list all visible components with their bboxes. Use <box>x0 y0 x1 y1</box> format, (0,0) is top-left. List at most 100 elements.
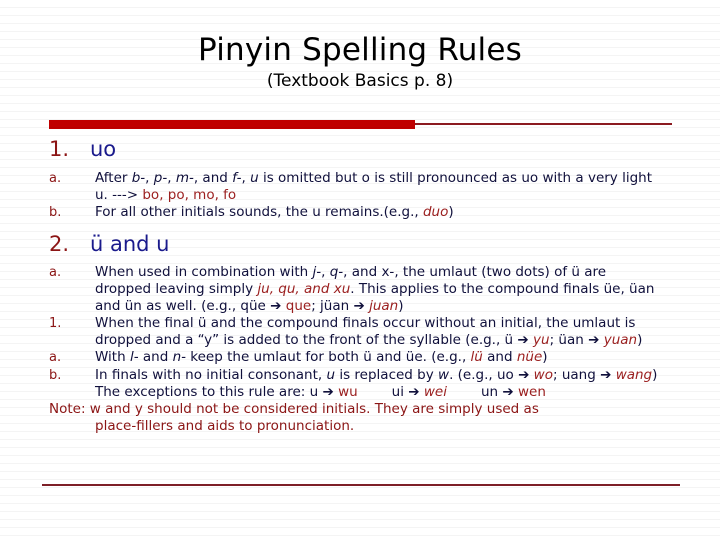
text-run: With <box>95 349 130 366</box>
list-item: b. For all other initials sounds, the u … <box>0 204 720 221</box>
text-run: ) <box>398 298 404 315</box>
text-run: After <box>95 169 132 186</box>
example-text: que <box>285 298 312 315</box>
arrow-icon: ➔ <box>408 383 420 400</box>
example-text: wen <box>518 383 546 400</box>
list-item-continuation: The exceptions to this rule are: u ➔ wu u… <box>0 384 720 401</box>
arrow-icon: ➔ <box>518 366 530 383</box>
arrow-icon: ➔ <box>353 298 365 315</box>
text-run: The exceptions to this rule are: u <box>95 383 323 400</box>
text-run: , <box>167 169 176 186</box>
page-subtitle: (Textbook Basics p. 8) <box>266 70 454 91</box>
page-title: Pinyin Spelling Rules <box>197 32 522 68</box>
example-text: bo, po, mo, fo <box>142 186 237 203</box>
list-item: b. In finals with no initial consonant, … <box>0 367 720 384</box>
text-run: . (e.g., uo <box>449 366 519 383</box>
text-run: ) <box>448 203 454 220</box>
accent-bar <box>49 120 415 129</box>
text-run: In finals with no initial consonant, <box>95 366 327 383</box>
list-item: a. When used in combination with j-, q-,… <box>0 264 720 315</box>
text-run-italic: q- <box>329 264 344 281</box>
item-marker: a. <box>49 265 62 281</box>
text-run-italic: b- <box>131 169 146 186</box>
note-line-2: place-fillers and aids to pronunciation. <box>95 417 355 434</box>
text-run: and <box>138 349 173 366</box>
example-text: wang <box>615 366 653 383</box>
text-run: ; üan <box>549 332 589 349</box>
text-run: , and <box>193 169 233 186</box>
header-divider <box>415 123 672 125</box>
text-run: keep the umlaut for both ü and üe. (e.g.… <box>186 349 471 366</box>
slide-canvas: Pinyin Spelling Rules (Textbook Basics p… <box>0 0 720 540</box>
arrow-icon: ➔ <box>600 366 612 383</box>
slide-body: 1. uo a. After b-, p-, m-, and f-, u is … <box>0 137 720 435</box>
example-text: lü <box>470 349 483 366</box>
item-marker: a. <box>49 170 62 186</box>
text-run: ; uang <box>552 366 601 383</box>
example-text: juan <box>369 298 399 315</box>
item-text: With l- and n- keep the umlaut for both … <box>95 349 720 366</box>
text-run: ; jüan <box>311 298 354 315</box>
text-run: , <box>241 169 251 186</box>
item-text: When the final ü and the compound finals… <box>95 315 720 349</box>
exceptions-text: The exceptions to this rule are: u ➔ wu u… <box>95 384 720 401</box>
text-run: is replaced by <box>335 366 439 383</box>
arrow-icon: ➔ <box>322 383 334 400</box>
text-run-italic: n- <box>172 349 186 366</box>
text-run: , <box>321 264 330 281</box>
footer-divider <box>42 484 680 486</box>
example-text: yu <box>533 332 550 349</box>
text-run-italic: u <box>250 169 259 186</box>
text-run: ui <box>391 383 409 400</box>
text-run: ) <box>652 366 658 383</box>
section-marker: 2. <box>49 231 70 256</box>
text-run: ) <box>542 349 548 366</box>
text-run-italic: l- <box>129 349 139 366</box>
text-run-italic: f- <box>232 169 242 186</box>
example-text: wu <box>338 383 358 400</box>
arrow-icon: ➔ <box>588 332 600 349</box>
example-text: nüe <box>516 349 543 366</box>
list-item: 1. When the final ü and the compound fin… <box>0 315 720 349</box>
item-text: When used in combination with j-, q-, an… <box>95 264 720 315</box>
section-title: ü and u <box>90 231 170 256</box>
text-run: When used in combination with <box>95 264 313 281</box>
item-text: After b-, p-, m-, and f-, u is omitted b… <box>95 170 720 204</box>
item-text: In finals with no initial consonant, u i… <box>95 367 720 384</box>
section-marker: 1. <box>49 137 70 161</box>
text-run: , <box>145 169 154 186</box>
example-text: wo <box>533 366 553 383</box>
example-text: ju, qu, and xu <box>257 281 351 298</box>
text-run-italic: w <box>438 366 450 383</box>
section-heading-2: 2. ü and u <box>0 231 720 257</box>
text-run: un <box>481 383 503 400</box>
section-title: uo <box>90 137 117 161</box>
example-text: yuan <box>603 332 638 349</box>
text-run: , and <box>343 264 382 281</box>
item-marker: 1. <box>49 316 62 332</box>
item-marker: b. <box>49 204 62 220</box>
text-run-italic: p- <box>153 169 168 186</box>
text-run-italic: u <box>326 366 336 383</box>
text-run-italic: j- <box>312 264 322 281</box>
text-run: and <box>482 349 517 366</box>
example-text: wei <box>423 383 447 400</box>
list-item: a. With l- and n- keep the umlaut for bo… <box>0 349 720 366</box>
arrow-icon: ➔ <box>517 332 529 349</box>
arrow-icon: ➔ <box>270 298 282 315</box>
note-block: Note: w and y should not be considered i… <box>49 401 720 435</box>
text-run: ) <box>637 332 643 349</box>
arrow-icon: ➔ <box>502 383 514 400</box>
text-run: For all other initials sounds, the u rem… <box>95 203 423 220</box>
example-text: duo <box>422 203 449 220</box>
item-text: For all other initials sounds, the u rem… <box>95 204 720 221</box>
text-run: x- <box>381 264 395 281</box>
item-marker: a. <box>49 350 62 366</box>
section-heading-1: 1. uo <box>0 137 720 162</box>
note-line-1: Note: w and y should not be considered i… <box>49 400 539 417</box>
item-marker: b. <box>49 367 62 383</box>
text-run-italic: m- <box>175 169 194 186</box>
list-item: a. After b-, p-, m-, and f-, u is omitte… <box>0 170 720 204</box>
title-block: Pinyin Spelling Rules (Textbook Basics p… <box>0 33 720 91</box>
